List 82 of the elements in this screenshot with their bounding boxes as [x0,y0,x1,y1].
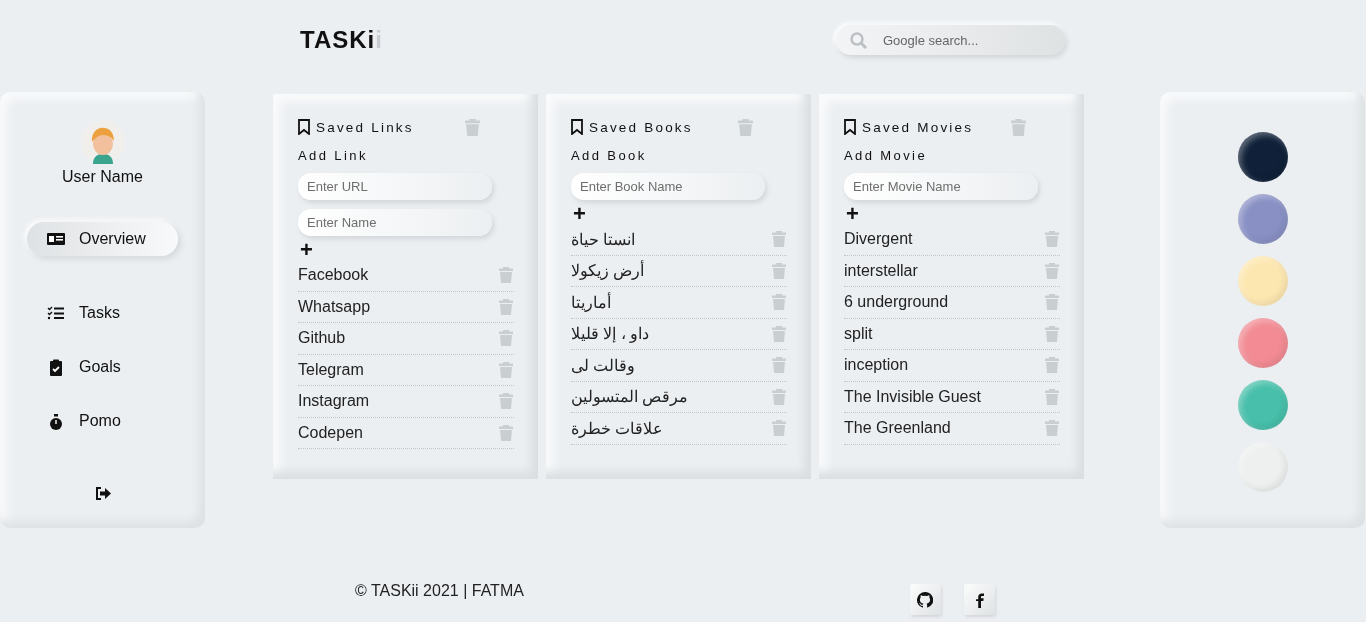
list-item[interactable]: 6 underground [844,293,949,312]
nav-item[interactable]: Goals [27,350,178,384]
facebook-button[interactable] [963,584,995,615]
list-item[interactable]: inception [844,356,909,375]
list-item[interactable]: Divergent [844,230,913,249]
add-label: Add Book [571,148,648,163]
list-item[interactable]: The Invisible Guest [844,387,981,406]
trash-icon[interactable] [1045,294,1059,311]
list-item[interactable]: مرقص المتسولين [571,387,689,407]
list-item[interactable]: The Greenland [844,419,951,438]
add-label: Add Movie [844,148,929,163]
trash-icon[interactable] [1045,325,1059,342]
theme-swatch[interactable] [1237,318,1288,368]
theme-swatch[interactable] [1237,194,1288,244]
theme-swatch[interactable] [1237,132,1288,182]
bookmark-icon [844,119,856,135]
trash-icon[interactable] [499,393,513,410]
trash-icon[interactable] [1045,231,1059,248]
trash-icon[interactable] [1045,388,1059,405]
input-field[interactable]: Enter Movie Name [844,173,1038,200]
bookmark-icon [298,119,310,135]
nav-item[interactable]: Tasks [27,296,178,330]
search-icon [850,32,867,49]
nav-icon [47,412,65,430]
add-button[interactable]: + [844,204,861,224]
list-item[interactable]: وقالت لى [571,355,636,375]
user-name: User Name [62,168,143,186]
facebook-icon [974,591,984,608]
trash-icon[interactable] [772,357,786,374]
trash-icon[interactable] [465,118,480,136]
input-field[interactable]: Enter Name [298,209,492,236]
trash-icon[interactable] [738,118,753,136]
list-item[interactable]: split [844,324,873,343]
list-item[interactable]: Github [298,329,346,348]
trash-icon[interactable] [499,330,513,347]
input-field[interactable]: Enter Book Name [571,173,765,200]
trash-icon[interactable] [772,262,786,279]
trash-icon[interactable] [772,325,786,342]
trash-icon[interactable] [499,361,513,378]
add-button[interactable]: + [298,240,315,260]
nav-item[interactable]: Pomo [27,404,178,438]
trash-icon[interactable] [499,298,513,315]
trash-icon[interactable] [499,424,513,441]
nav-item[interactable]: Overview [27,222,178,256]
trash-icon[interactable] [772,294,786,311]
copyright-text: © TASKii 2021 | FATMA [355,581,524,600]
logout-icon[interactable] [94,487,111,500]
theme-swatch[interactable] [1237,380,1288,430]
search-field[interactable]: Google search... [836,25,1065,55]
list-item[interactable]: انستا حياة [571,229,636,249]
nav-icon [47,358,65,376]
list-item[interactable]: علاقات خطرة [571,418,664,438]
bookmark-icon [571,119,583,135]
list-item[interactable]: Telegram [298,360,364,379]
nav-icon [47,230,65,248]
trash-icon[interactable] [1045,357,1059,374]
list-item[interactable]: داو ، إلا قليلا [571,324,650,344]
user-avatar [80,120,125,164]
list-item[interactable]: أماريتا [571,292,611,312]
list-item[interactable]: أرض زيكولا [571,261,645,281]
list-item[interactable]: Whatsapp [298,297,371,316]
list-item[interactable]: Instagram [298,392,370,411]
trash-icon[interactable] [1011,118,1026,136]
trash-icon[interactable] [772,388,786,405]
trash-icon[interactable] [1045,262,1059,279]
add-label: Add Link [298,148,369,163]
theme-swatch[interactable] [1237,256,1288,306]
card-title: Saved Books [589,119,693,135]
add-button[interactable]: + [571,204,588,224]
card-title: Saved Links [316,119,414,135]
trash-icon[interactable] [772,420,786,437]
list-item[interactable]: Facebook [298,266,369,285]
trash-icon[interactable] [499,267,513,284]
trash-icon[interactable] [772,231,786,248]
list-item[interactable]: Codepen [298,423,363,442]
github-icon [917,591,934,608]
trash-icon[interactable] [1045,420,1059,437]
list-item[interactable]: interstellar [844,261,918,280]
card-title: Saved Movies [862,119,974,135]
github-button[interactable] [909,584,941,615]
nav-icon [47,304,65,322]
input-field[interactable]: Enter URL [298,173,492,200]
